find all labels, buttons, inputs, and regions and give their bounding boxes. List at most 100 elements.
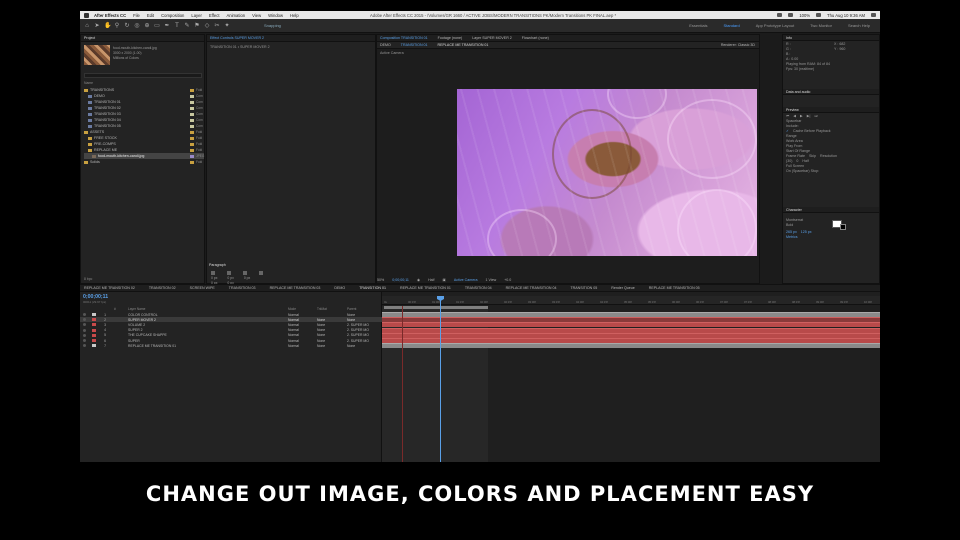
play-icon[interactable]: ▶ [800, 114, 803, 118]
layer-name[interactable]: THE CUPCAKE SHAPPE [128, 333, 167, 337]
label-color[interactable] [190, 148, 194, 152]
roto-tool-icon[interactable]: ✂ [214, 23, 220, 29]
type-tool-icon[interactable]: T [174, 23, 180, 29]
stroke-color-swatch[interactable] [840, 224, 846, 230]
tab-flowchart[interactable]: Flowchart (none) [522, 36, 549, 40]
menu-edit[interactable]: Edit [147, 13, 154, 18]
trkmat-dropdown[interactable]: None [317, 339, 325, 343]
label-color[interactable] [190, 136, 194, 140]
layer-name[interactable]: COLOR CONTROL [128, 313, 158, 317]
first-frame-icon[interactable]: ⏮ [786, 114, 789, 118]
skip-field[interactable]: 0 [796, 159, 798, 163]
col-layer-name[interactable]: Layer Name [128, 307, 145, 311]
menu-help[interactable]: Help [290, 13, 299, 18]
parent-dropdown[interactable]: None [347, 344, 355, 348]
blend-mode-dropdown[interactable]: Normal [288, 318, 299, 322]
trkmat-dropdown[interactable]: None [317, 328, 325, 332]
indent-first[interactable]: 0 px [244, 276, 250, 280]
time-ruler[interactable]: 0s 00:15f 01:00f 01:15f 02:00f 02:15f 03:00f 03… [382, 296, 880, 309]
workspace-essentials[interactable]: Essentials [689, 23, 707, 28]
workspace-app-prototype[interactable]: App Prototype Layout [756, 23, 794, 28]
apple-icon[interactable] [84, 12, 89, 18]
clock[interactable]: Thu Aug 10 9:36 AM [827, 13, 865, 18]
timeline-tab[interactable]: TRANSITION 03 [229, 286, 256, 290]
parent-dropdown[interactable]: 2. SUPER MO [347, 328, 369, 332]
timeline-tab[interactable]: Render Queue [611, 286, 635, 290]
menu-view[interactable]: View [252, 13, 261, 18]
label-color[interactable] [190, 130, 194, 134]
project-item[interactable]: Solids Fold [84, 159, 204, 165]
layer-row[interactable]: 7 REPLACE ME TRANSITION 01 Normal None None [80, 343, 382, 348]
pan-behind-tool-icon[interactable]: ⊕ [144, 23, 150, 29]
label-color[interactable] [190, 160, 194, 164]
tab-footage[interactable]: Footage (none) [438, 36, 463, 40]
timeline-tab[interactable]: TRANSITION 02 [149, 286, 176, 290]
label-color[interactable] [190, 94, 194, 98]
resolution-dropdown[interactable]: Half [428, 278, 434, 282]
selection-tool-icon[interactable]: ➤ [94, 23, 100, 29]
timeline-tab[interactable]: REPLACE ME TRANSITION 05 [649, 286, 700, 290]
indent-left[interactable]: 0 px [211, 276, 217, 280]
volume-icon[interactable] [788, 13, 794, 17]
trkmat-dropdown[interactable]: None [317, 318, 325, 322]
bit-depth[interactable]: 8 bpc [84, 277, 92, 281]
blend-mode-dropdown[interactable]: Normal [288, 344, 299, 348]
crumb-transition-01[interactable]: TRANSITION 01 [401, 43, 428, 47]
spotlight-icon[interactable] [871, 13, 876, 17]
battery-icon[interactable] [816, 13, 822, 17]
layer-name[interactable]: SUPER [128, 339, 140, 343]
label-color[interactable] [190, 88, 194, 92]
visibility-eye-icon[interactable] [83, 339, 86, 342]
rectangle-tool-icon[interactable]: ▭ [154, 23, 160, 29]
rotate-tool-icon[interactable]: ↻ [124, 23, 130, 29]
stamp-tool-icon[interactable]: ⚑ [194, 23, 200, 29]
workspace-two-monitor[interactable]: Two Monitor [810, 23, 832, 28]
camera-tool-icon[interactable]: ◎ [134, 23, 140, 29]
blend-mode-dropdown[interactable]: Normal [288, 333, 299, 337]
parent-dropdown[interactable]: 2. SUPER MO [347, 333, 369, 337]
tab-effect-controls[interactable]: Effect Controls SUPER MOVER 2 [210, 36, 264, 40]
tab-data-audio[interactable]: Data and audio [783, 89, 879, 95]
justify-icon[interactable] [259, 271, 265, 276]
label-color[interactable] [190, 124, 194, 128]
visibility-eye-icon[interactable] [83, 323, 86, 327]
wifi-icon[interactable] [777, 13, 783, 17]
label-color[interactable] [190, 100, 194, 104]
timeline-tab[interactable]: TRANSITION 01 [359, 286, 386, 290]
snapping-toggle[interactable]: Snapping [264, 23, 281, 28]
leading-field[interactable]: 125 px [801, 230, 812, 234]
frame-rate-dropdown[interactable]: (30) [786, 159, 792, 163]
trkmat-dropdown[interactable]: None [317, 323, 325, 327]
last-frame-icon[interactable]: ⏭ [814, 114, 817, 118]
parent-dropdown[interactable]: None [347, 318, 355, 322]
blend-mode-dropdown[interactable]: Normal [288, 328, 299, 332]
renderer-label[interactable]: Renderer: Classic 3D [721, 43, 755, 47]
views-dropdown[interactable]: 1 View [485, 278, 496, 282]
label-color[interactable] [190, 154, 194, 158]
timeline-tab[interactable]: DEMO [334, 286, 345, 290]
label-color[interactable] [190, 112, 194, 116]
pen-tool-icon[interactable]: ✒ [164, 23, 170, 29]
menu-composition[interactable]: Composition [161, 13, 184, 18]
layer-name[interactable]: SUPER 2 [128, 328, 143, 332]
blend-mode-dropdown[interactable]: Normal [288, 339, 299, 343]
roi-icon[interactable]: ▣ [442, 278, 445, 282]
trkmat-dropdown[interactable]: None [317, 344, 325, 348]
timeline-tab[interactable]: SCREEN WIPE [190, 286, 215, 290]
composition-frame-cupcake-image[interactable] [457, 89, 757, 256]
timeline-tab[interactable]: REPLACE ME TRANSITION 01 [400, 286, 451, 290]
visibility-eye-icon[interactable] [83, 333, 86, 337]
menu-window[interactable]: Window [268, 13, 283, 18]
timeline-tab[interactable]: REPLACE ME TRANSITION 04 [506, 286, 557, 290]
label-color[interactable] [190, 142, 194, 146]
project-search-input[interactable] [84, 73, 202, 78]
layer-duration-bar[interactable] [382, 343, 880, 349]
puppet-tool-icon[interactable]: ✦ [224, 23, 230, 29]
col-name[interactable]: Name [84, 81, 93, 86]
next-frame-icon[interactable]: ▶| [807, 114, 811, 118]
menu-file[interactable]: File [133, 13, 140, 18]
snapshot-icon[interactable]: ◉ [417, 278, 420, 282]
brush-tool-icon[interactable]: ✎ [184, 23, 190, 29]
font-size-field[interactable]: 265 px [786, 230, 797, 234]
workspace-standard[interactable]: Standard [723, 23, 739, 28]
